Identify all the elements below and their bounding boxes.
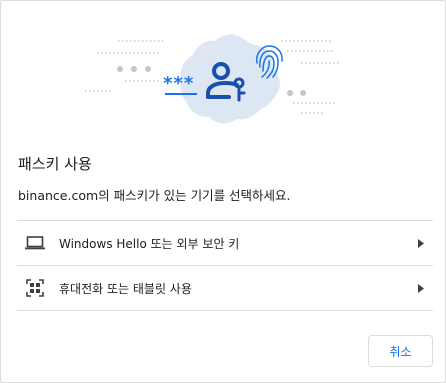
option-windows-hello[interactable]: Windows Hello 또는 외부 보안 키 xyxy=(17,221,433,265)
passkey-dialog: *** 패스키 사용 binance.com의 패스키가 있는 기기를 선택하세… xyxy=(0,0,446,383)
option-phone-tablet[interactable]: 휴대전화 또는 태블릿 사용 xyxy=(17,266,433,310)
qr-code-icon xyxy=(25,278,45,298)
laptop-icon xyxy=(25,233,45,253)
decor-dots-right xyxy=(287,90,306,96)
cancel-button[interactable]: 취소 xyxy=(368,335,433,367)
dialog-title: 패스키 사용 xyxy=(18,155,92,173)
passkey-illustration: *** xyxy=(85,34,339,124)
password-mask: *** xyxy=(163,73,194,94)
dialog-subtitle: binance.com의 패스키가 있는 기기를 선택하세요. xyxy=(18,188,291,203)
chevron-right-icon xyxy=(415,282,427,294)
option-label: 휴대전화 또는 태블릿 사용 xyxy=(59,281,192,296)
option-label: Windows Hello 또는 외부 보안 키 xyxy=(59,236,240,251)
chevron-right-icon xyxy=(415,237,427,249)
divider xyxy=(17,310,433,311)
decor-dots-left xyxy=(117,66,151,72)
